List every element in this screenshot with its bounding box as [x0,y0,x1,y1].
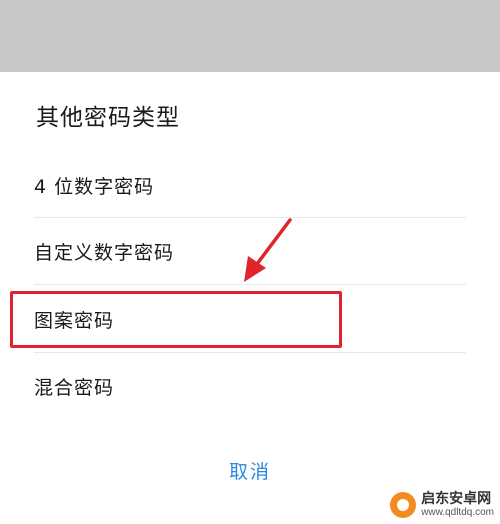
highlight-box [10,291,342,348]
watermark-title: 启东安卓网 [421,490,492,507]
sheet-title: 其他密码类型 [36,105,180,131]
option-mixed-password[interactable]: 混合密码 [34,353,466,419]
option-4-digit-pin[interactable]: 4 位数字密码 [34,152,466,218]
dimmed-backdrop[interactable] [0,0,500,72]
site-logo-icon [390,491,417,518]
watermark-url: www.qdltdq.com [421,507,494,518]
cancel-button[interactable]: 取消 [200,452,300,488]
watermark: 启东安卓网 www.qdltdq.com [390,490,494,518]
pointer-arrow-icon [244,218,292,282]
password-type-sheet: 其他密码类型 4 位数字密码 自定义数字密码 图案密码 混合密码 取消 [0,72,500,524]
